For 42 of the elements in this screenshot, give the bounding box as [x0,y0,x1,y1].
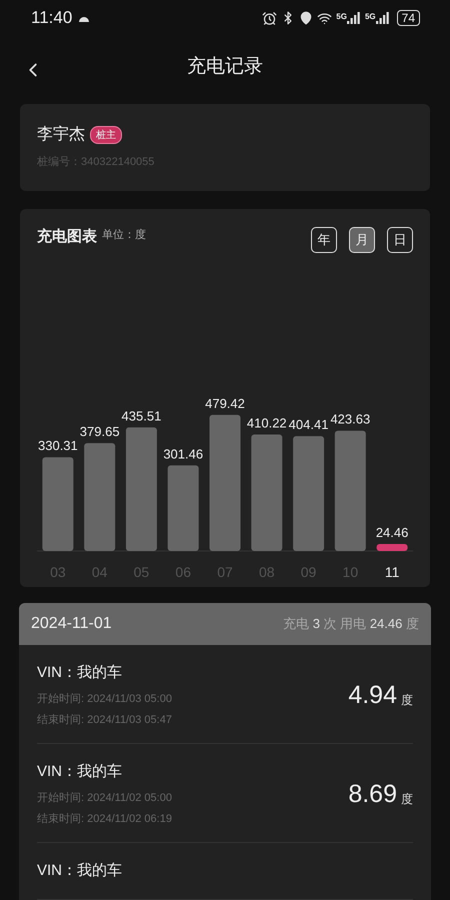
chart-title: 充电图表 [37,227,97,246]
bar-value: 379.65 [80,424,120,440]
period-tab[interactable]: 日 [387,227,413,253]
vehicle-name: VIN：我的车 [37,762,124,781]
day-summary: 充电 3 次 用电 24.46 度 [283,615,419,633]
owner-name: 李宇杰 [37,124,85,145]
network-type: 5G [336,12,347,22]
period-tab[interactable]: 年 [311,227,337,253]
bar-value: 435.51 [122,408,162,424]
bar-value: 423.63 [330,412,370,427]
chart-unit: 单位：度 [102,228,146,242]
amount-unit: 度 [401,692,413,708]
chart-bar [376,544,408,551]
alarm-icon [262,10,278,26]
clock-time: 11:40 [31,8,72,28]
charge-amount: 4.94 [348,680,397,710]
network-type: 5G [364,12,376,22]
record-date: 2024-11-01 [31,615,112,633]
wifi-icon [317,10,332,26]
bar-value: 301.46 [163,446,204,462]
bar-value: 330.31 [38,438,78,454]
signal-icon [346,12,361,24]
amount-unit: 度 [401,790,413,808]
signal-icon [376,12,390,24]
charge-amount: 8.69 [348,780,397,808]
vehicle-name: VIN：我的车 [37,861,122,880]
end-time: 结束时间: 2024/11/03 05:47 [37,713,172,727]
period-tab[interactable]: 月 [349,227,375,253]
start-time: 开始时间: 2024/11/03 05:00 [37,692,172,706]
start-time: 开始时间: 2024/11/02 05:00 [37,791,172,805]
bar-value: 479.42 [205,396,245,411]
bar-value: 24.46 [376,525,408,540]
battery-level: 74 [396,10,420,26]
bar-value: 404.41 [288,417,328,432]
bar-value: 410.22 [246,416,287,430]
page-title: 充电记录 [187,55,263,80]
end-time: 结束时间: 2024/11/02 06:19 [37,812,172,826]
android-icon [78,14,90,22]
month-label: 11 [384,564,400,579]
owner-badge: 桩主 [90,126,122,144]
vehicle-name: VIN：我的车 [37,663,124,682]
location-icon [299,11,314,26]
